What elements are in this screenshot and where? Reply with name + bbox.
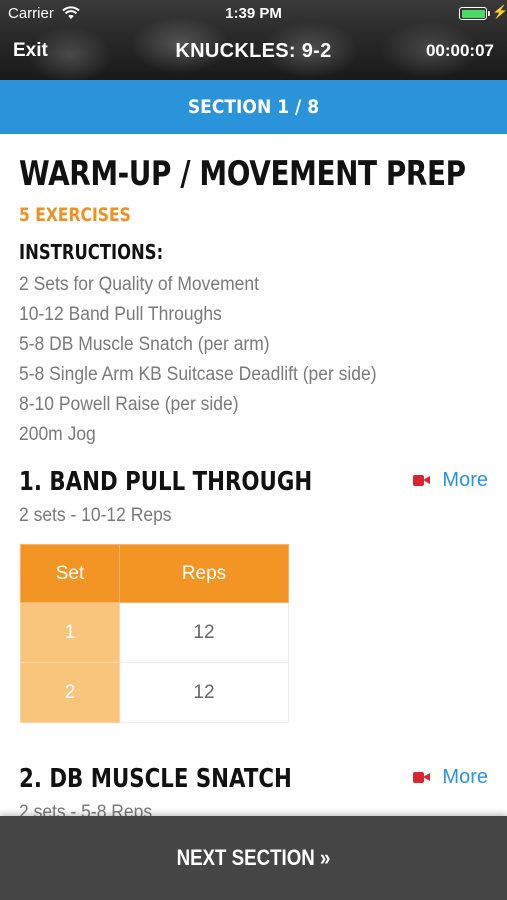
- instruction-line: 5-8 DB Muscle Snatch (per arm): [19, 334, 270, 355]
- exercise-summary: 2 sets - 5-8 Reps: [19, 802, 153, 816]
- reps-cell: 12: [119, 662, 289, 723]
- status-bar: Carrier 1:39 PM ⚡: [0, 0, 507, 28]
- next-section-button[interactable]: NEXT SECTION »: [0, 816, 507, 900]
- column-header-reps: Reps: [119, 544, 289, 603]
- instruction-line: 10-12 Band Pull Throughs: [19, 304, 222, 325]
- charge-icon: ⚡: [492, 4, 507, 19]
- page-title: WARM-UP / MOVEMENT PREP: [19, 154, 466, 194]
- instructions-heading: INSTRUCTIONS:: [19, 240, 164, 264]
- table-header-row: Set Reps: [20, 544, 289, 603]
- instruction-line: 200m Jog: [19, 424, 96, 445]
- column-header-set: Set: [20, 544, 120, 603]
- exercise-name: 1. BAND PULL THROUGH: [19, 467, 313, 497]
- exercise-name: 2. DB MUSCLE SNATCH: [19, 764, 292, 794]
- section-indicator: SECTION 1 / 8: [0, 80, 507, 134]
- table-row: 2 12: [20, 662, 289, 723]
- set-number-cell: 2: [20, 662, 120, 723]
- more-label[interactable]: More: [442, 469, 488, 492]
- header: Carrier 1:39 PM ⚡ Exit KNUCKLES: 9-2 00:…: [0, 0, 507, 80]
- instruction-line: 8-10 Powell Raise (per side): [19, 394, 239, 415]
- battery-icon: [459, 7, 490, 20]
- video-camera-icon: [413, 475, 431, 486]
- exercise-count: 5 EXERCISES: [19, 204, 131, 226]
- instructions-list: 2 Sets for Quality of Movement 10-12 Ban…: [19, 274, 408, 454]
- workout-timer: 00:00:07: [425, 41, 494, 60]
- workout-content[interactable]: WARM-UP / MOVEMENT PREP 5 EXERCISES INST…: [0, 134, 507, 816]
- exercise-card: 1. BAND PULL THROUGH More 2 sets - 10-12…: [0, 467, 507, 727]
- reps-cell: 12: [119, 602, 289, 663]
- table-row: 1 12: [20, 602, 289, 663]
- video-camera-icon: [413, 772, 431, 783]
- more-button[interactable]: More: [413, 766, 488, 789]
- instruction-line: 2 Sets for Quality of Movement: [19, 274, 259, 295]
- more-label[interactable]: More: [442, 766, 488, 789]
- exercise-summary: 2 sets - 10-12 Reps: [19, 505, 172, 526]
- instruction-line: 5-8 Single Arm KB Suitcase Deadlift (per…: [19, 364, 377, 385]
- exercise-card: 2. DB MUSCLE SNATCH More 2 sets - 5-8 Re…: [0, 764, 507, 816]
- sets-table: Set Reps 1 12 2 12: [20, 544, 289, 723]
- set-number-cell: 1: [20, 602, 120, 663]
- more-button[interactable]: More: [413, 469, 488, 492]
- status-time: 1:39 PM: [225, 5, 282, 22]
- next-section-label[interactable]: NEXT SECTION »: [177, 816, 331, 900]
